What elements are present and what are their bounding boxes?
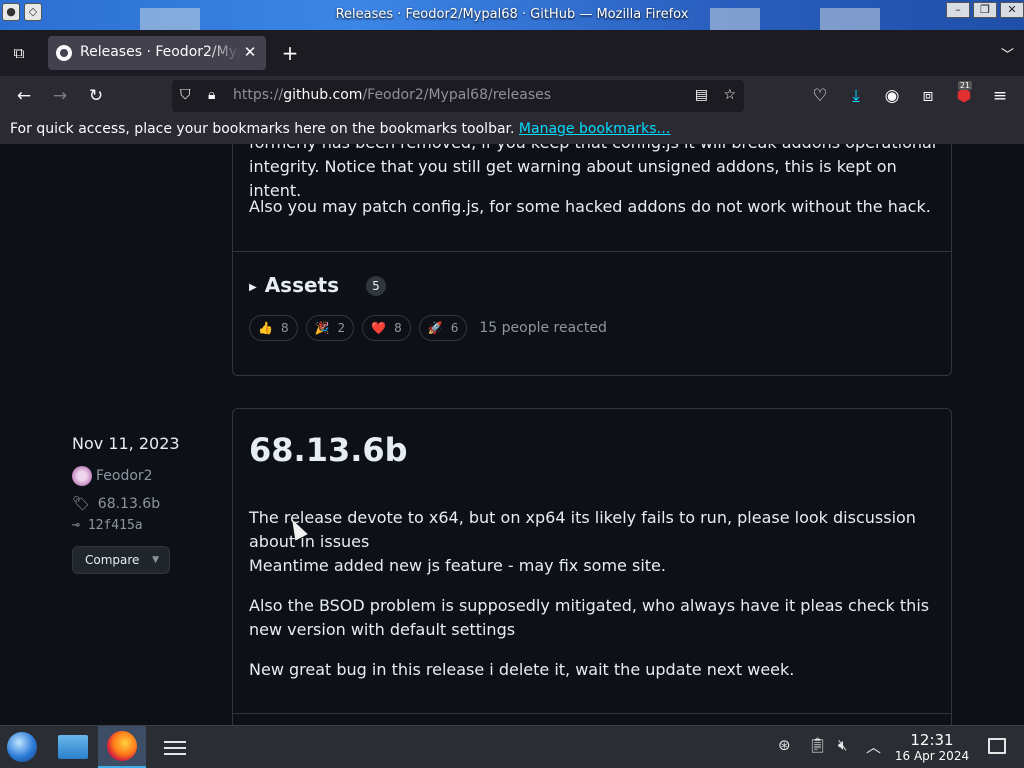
clock-time: 12:31 xyxy=(910,731,954,749)
window-title: Releases · Feodor2/Mypal68 · GitHub — Mo… xyxy=(335,7,689,22)
reaction-count: 8 xyxy=(394,321,402,335)
compare-label: Compare xyxy=(85,553,140,567)
back-button[interactable]: ← xyxy=(12,84,36,108)
show-desktop-icon[interactable] xyxy=(988,738,1006,754)
author-name[interactable]: Feodor2 xyxy=(96,468,153,484)
release-notes-paragraph: The release devote to x64, but on xp64 i… xyxy=(249,508,916,551)
reaction-rocket[interactable]: 🚀 6 xyxy=(418,315,468,341)
window-controls: – ❐ ✕ xyxy=(946,2,1024,18)
assets-count: 5 xyxy=(366,276,386,296)
minimize-button[interactable]: – xyxy=(946,2,970,18)
reaction-count: 8 xyxy=(280,321,289,335)
extension-badge: 21 xyxy=(957,81,972,90)
release-notes-paragraph: New great bug in this release i delete i… xyxy=(249,660,795,679)
release-notes-paragraph: Meantime added new js feature - may fix … xyxy=(249,556,666,575)
release-card-previous: formerly has been removed, if you keep t… xyxy=(232,144,952,376)
page-content: formerly has been removed, if you keep t… xyxy=(0,144,1024,725)
tray-expand-icon[interactable]: ︿ xyxy=(866,736,881,757)
tab-strip: ⧉ Releases · Feodor2/Mypal68 · GitHub ✕ … xyxy=(0,30,1024,76)
url-bar[interactable]: ⛉ 🔒︎ https://github.com/Feodor2/Mypal68/… xyxy=(172,80,744,112)
thumbs-up-icon: 👍 xyxy=(258,321,273,335)
compare-button[interactable]: Compare ▼ xyxy=(72,546,170,574)
rocket-icon: 🚀 xyxy=(427,321,443,335)
commit-hash[interactable]: 12f415a xyxy=(88,518,143,533)
clipboard-icon[interactable]: 📋︎ xyxy=(808,736,827,754)
start-menu-button[interactable] xyxy=(0,726,48,768)
reaction-hooray[interactable]: 🎉 2 xyxy=(305,315,355,341)
reader-view-icon[interactable]: ▤ xyxy=(695,87,708,103)
tab-label: Releases · Feodor2/Mypal68 · GitHub xyxy=(80,44,240,60)
manage-bookmarks-link[interactable]: Manage bookmarks… xyxy=(519,121,671,137)
sliders-icon xyxy=(164,737,186,757)
release-date: Nov 11, 2023 xyxy=(72,434,180,453)
pocket-icon[interactable]: ♡ xyxy=(808,84,832,108)
taskbar-settings[interactable] xyxy=(150,726,198,768)
taskbar: ⊛ 📋︎ 🔇︎ ︿ 12:31 16 Apr 2024 xyxy=(0,725,1024,768)
reload-button[interactable]: ↻ xyxy=(84,84,108,108)
firefox-icon xyxy=(107,731,137,761)
release-notes-paragraph: Also you may patch config.js, for some h… xyxy=(249,197,931,216)
release-commit[interactable]: ⊸ 12f415a xyxy=(72,518,143,533)
firefox-view-icon[interactable]: ⧉ xyxy=(8,44,30,64)
release-tag[interactable]: 🏷︎ 68.13.6b xyxy=(72,496,160,512)
bookmarks-toolbar: For quick access, place your bookmarks h… xyxy=(0,116,1024,144)
tab-releases[interactable]: Releases · Feodor2/Mypal68 · GitHub ✕ xyxy=(48,36,266,70)
avatar[interactable] xyxy=(72,466,92,486)
party-popper-icon: 🎉 xyxy=(314,321,330,335)
new-tab-button[interactable]: + xyxy=(279,42,301,64)
commit-icon: ⊸ xyxy=(72,518,80,533)
reaction-thumbs-up[interactable]: 👍 8 xyxy=(249,315,298,341)
extensions-icon[interactable]: ⧈ xyxy=(916,84,940,108)
reactions-bar: 👍 8 🎉 2 ❤️ 8 🚀 6 15 people reacted xyxy=(249,315,607,341)
account-icon[interactable]: ◉ xyxy=(880,84,904,108)
tag-icon: 🏷︎ xyxy=(72,496,90,512)
bookmarks-hint: For quick access, place your bookmarks h… xyxy=(10,121,515,137)
list-all-tabs-icon[interactable]: ﹀ xyxy=(1001,44,1014,63)
tag-name[interactable]: 68.13.6b xyxy=(98,496,160,512)
release-card: 68.13.6b The release devote to x64, but … xyxy=(232,408,952,725)
volume-muted-icon[interactable]: 🔇︎ xyxy=(838,736,847,754)
reaction-summary[interactable]: 15 people reacted xyxy=(479,320,607,336)
caret-down-icon: ▼ xyxy=(152,555,159,565)
lock-icon[interactable]: 🔒︎ xyxy=(208,87,215,103)
reaction-count: 2 xyxy=(337,321,346,335)
maximize-button[interactable]: ❐ xyxy=(973,2,997,18)
url-text[interactable]: https://github.com/Feodor2/Mypal68/relea… xyxy=(233,87,551,103)
close-window-button[interactable]: ✕ xyxy=(1000,2,1024,18)
folder-icon xyxy=(58,735,88,759)
network-icon[interactable]: ⊛ xyxy=(778,736,791,754)
taskbar-file-manager[interactable] xyxy=(48,726,96,768)
forward-button[interactable]: → xyxy=(48,84,72,108)
reaction-heart[interactable]: ❤️ 8 xyxy=(362,315,411,341)
app-menu-icon[interactable]: ≡ xyxy=(988,84,1012,108)
release-title[interactable]: 68.13.6b xyxy=(249,431,408,469)
divider xyxy=(233,713,951,714)
close-tab-icon[interactable]: ✕ xyxy=(240,42,260,62)
bookmark-star-icon[interactable]: ☆ xyxy=(723,87,736,103)
downloads-icon[interactable]: ⤓ xyxy=(844,84,868,108)
divider xyxy=(233,251,951,252)
release-notes-paragraph: Also the BSOD problem is supposedly miti… xyxy=(249,596,930,639)
release-author[interactable]: Feodor2 xyxy=(72,466,153,486)
reaction-count: 6 xyxy=(450,321,459,335)
taskbar-firefox[interactable] xyxy=(98,726,146,768)
disclosure-triangle-icon: ▶ xyxy=(249,282,257,293)
heart-icon: ❤️ xyxy=(371,321,387,335)
nav-toolbar: ← → ↻ ⛉ 🔒︎ https://github.com/Feodor2/My… xyxy=(0,76,1024,116)
tracking-protection-icon[interactable]: ⛉ xyxy=(180,87,191,103)
assets-toggle[interactable]: ▶ Assets 5 xyxy=(249,273,386,298)
clock-date: 16 Apr 2024 xyxy=(894,749,970,763)
assets-label: Assets xyxy=(264,273,340,297)
start-orb-icon xyxy=(7,732,37,762)
clock[interactable]: 12:31 16 Apr 2024 xyxy=(890,731,974,763)
github-icon xyxy=(56,45,72,61)
window-titlebar: ● ◇ Releases · Feodor2/Mypal68 · GitHub … xyxy=(0,0,1024,30)
